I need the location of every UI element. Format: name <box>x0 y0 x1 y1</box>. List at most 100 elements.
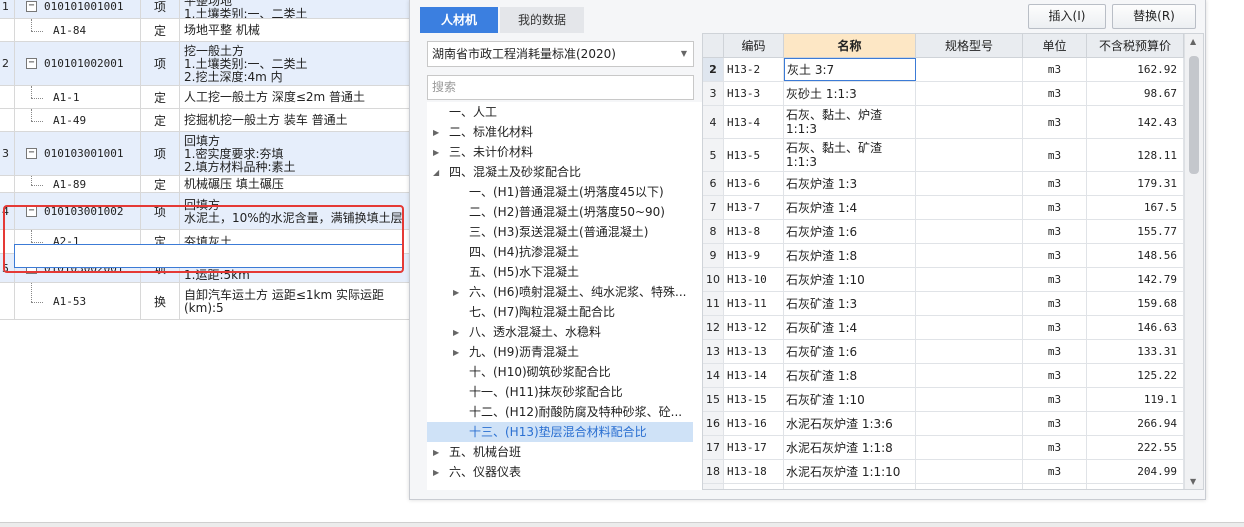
code-cell[interactable]: −010101002001 <box>15 42 141 85</box>
tree-item[interactable]: 十一、(H11)抹灰砂浆配合比 <box>427 382 623 402</box>
name-cell[interactable]: 水泥石灰炉渣 1:3:6 <box>784 412 916 435</box>
header-spec[interactable]: 规格型号 <box>916 34 1023 58</box>
name-cell[interactable]: 自卸汽车运土方 运距≤1km 实际运距 (km):5 <box>180 283 412 319</box>
caret-right-icon[interactable]: ▶ <box>433 143 439 163</box>
tab-materials[interactable]: 人材机 <box>420 7 498 33</box>
header-row-number[interactable] <box>703 34 724 58</box>
tree-item[interactable]: ▶ 五、机械台班 <box>427 442 521 462</box>
name-cell[interactable]: 水泥石灰炉渣 1:1:10 <box>784 460 916 483</box>
insert-button[interactable]: 插入(I) <box>1028 4 1106 29</box>
quota-row[interactable]: A1-53 换 自卸汽车运土方 运距≤1km 实际运距 (km):5 <box>0 283 412 320</box>
table-row[interactable]: 8 H13-8 石灰炉渣 1:6 m3 155.77 <box>703 220 1184 244</box>
name-cell[interactable]: 回填方 1.密实度要求:夯填 2.填方材料品种:素土 <box>180 132 412 175</box>
tree-item[interactable]: 一、人工 <box>427 102 497 122</box>
code-cell[interactable]: −010103001001 <box>15 132 141 175</box>
name-cell[interactable]: 石灰矿渣 1:8 <box>784 364 916 387</box>
caret-right-icon[interactable]: ▶ <box>433 123 439 143</box>
name-cell[interactable]: 挖掘机挖一般土方 装车 普通土 <box>180 109 412 131</box>
tree-item[interactable]: 十三、(H13)垫层混合材料配合比 <box>427 422 693 442</box>
name-cell[interactable]: 石灰炉渣 1:10 <box>784 268 916 291</box>
tree-item[interactable]: 二、(H2)普通混凝土(坍落度50~90) <box>427 202 665 222</box>
header-price[interactable]: 不含税预算价 <box>1087 34 1184 58</box>
name-cell[interactable]: 石灰炉渣 1:8 <box>784 244 916 267</box>
table-row[interactable]: 12 H13-12 石灰矿渣 1:4 m3 146.63 <box>703 316 1184 340</box>
table-row[interactable]: 6 H13-6 石灰炉渣 1:3 m3 179.31 <box>703 172 1184 196</box>
caret-right-icon[interactable]: ▶ <box>433 443 439 463</box>
collapse-icon[interactable]: − <box>26 58 37 69</box>
quota-row[interactable]: A1-89 定 机械碾压 填土碾压 <box>0 176 412 193</box>
caret-right-icon[interactable]: ▶ <box>453 323 459 343</box>
tree-item[interactable]: 一、(H1)普通混凝土(坍落度45以下) <box>427 182 664 202</box>
caret-right-icon[interactable]: ▶ <box>453 283 459 303</box>
table-row[interactable]: 7 H13-7 石灰炉渣 1:4 m3 167.5 <box>703 196 1184 220</box>
tree-item[interactable]: 五、(H5)水下混凝土 <box>427 262 579 282</box>
library-select[interactable]: 湖南省市政工程消耗量标准(2020) ▼ <box>427 41 694 67</box>
bill-item-row[interactable]: 2 −010101002001 项 挖一般土方 1.土壤类别:一、二类土 2.挖土深度:4… <box>0 42 412 86</box>
tree-item[interactable]: ▶ 二、标准化材料 <box>427 122 533 142</box>
header-name[interactable]: 名称 <box>784 34 916 58</box>
table-row[interactable]: 9 H13-9 石灰炉渣 1:8 m3 148.56 <box>703 244 1184 268</box>
table-row[interactable]: 3 H13-3 灰砂土 1:1:3 m3 98.67 <box>703 82 1184 106</box>
tree-item[interactable]: ▶ 六、(H6)喷射混凝土、纯水泥浆、特殊... <box>427 282 686 302</box>
name-cell[interactable]: 石灰、黏土、矿渣 1:1:3 <box>784 139 916 171</box>
tree-item[interactable]: ▶ 六、仪器仪表 <box>427 462 521 482</box>
table-row[interactable]: 14 H13-14 石灰矿渣 1:8 m3 125.22 <box>703 364 1184 388</box>
caret-right-icon[interactable]: ▶ <box>453 343 459 363</box>
table-row[interactable]: 4 H13-4 石灰、黏土、炉渣 1:1:3 m3 142.43 <box>703 106 1184 139</box>
caret-right-icon[interactable]: ▶ <box>433 463 439 483</box>
search-input[interactable]: 搜索 <box>427 75 694 100</box>
code-cell[interactable]: A1-53 <box>15 283 141 319</box>
collapse-icon[interactable]: − <box>26 148 37 159</box>
table-row[interactable]: 5 H13-5 石灰、黏土、矿渣 1:1:3 m3 128.11 <box>703 139 1184 172</box>
name-cell[interactable]: 石灰炉渣 1:3 <box>784 172 916 195</box>
name-cell[interactable]: 挖一般土方 1.土壤类别:一、二类土 2.挖土深度:4m 内 <box>180 42 412 85</box>
table-scrollbar[interactable]: ▲ ▼ <box>1184 34 1203 489</box>
quota-row[interactable]: A1-84 定 场地平整 机械 <box>0 19 412 42</box>
code-cell[interactable]: A1-1 <box>15 86 141 108</box>
tree-item[interactable]: 七、(H7)陶粒混凝土配合比 <box>427 302 615 322</box>
name-cell[interactable]: 石灰炉渣 1:6 <box>784 220 916 243</box>
replace-button[interactable]: 替换(R) <box>1112 4 1196 29</box>
name-cell[interactable]: 灰砂土 1:1:3 <box>784 82 916 105</box>
bill-item-row[interactable]: 3 −010103001001 项 回填方 1.密实度要求:夯填 2.填方材料品种:素土 <box>0 132 412 176</box>
tree-item[interactable]: ◢ 四、混凝土及砂浆配合比 <box>427 162 581 182</box>
table-row[interactable]: 15 H13-15 石灰矿渣 1:10 m3 119.1 <box>703 388 1184 412</box>
code-cell[interactable]: A1-84 <box>15 19 141 41</box>
table-row[interactable]: 13 H13-13 石灰矿渣 1:6 m3 133.31 <box>703 340 1184 364</box>
header-unit[interactable]: 单位 <box>1023 34 1087 58</box>
code-cell[interactable]: −010101001001 <box>15 0 141 18</box>
code-cell[interactable]: A1-89 <box>15 176 141 192</box>
table-row[interactable]: 16 H13-16 水泥石灰炉渣 1:3:6 m3 266.94 <box>703 412 1184 436</box>
name-cell[interactable]: 石灰矿渣 1:10 <box>784 388 916 411</box>
scroll-up-icon[interactable]: ▲ <box>1190 37 1196 46</box>
table-row[interactable]: 2 H13-2 灰土 3:7 m3 162.92 <box>703 58 1184 82</box>
scroll-down-icon[interactable]: ▼ <box>1190 477 1196 486</box>
name-cell[interactable]: 石灰矿渣 1:3 <box>784 292 916 315</box>
name-cell[interactable]: 石灰矿渣 1:4 <box>784 316 916 339</box>
tree-item[interactable]: ▶ 九、(H9)沥青混凝土 <box>427 342 579 362</box>
name-cell[interactable]: 机械碾压 填土碾压 <box>180 176 412 192</box>
table-row[interactable]: 18 H13-18 水泥石灰炉渣 1:1:10 m3 204.99 <box>703 460 1184 484</box>
name-cell[interactable]: 平整场地 1.土壤类别:一、二类土 <box>180 0 412 18</box>
name-cell[interactable]: 水泥石灰炉渣 1:1:12 <box>784 484 916 489</box>
table-row[interactable]: 19 H13-19 水泥石灰炉渣 1:1:12 m3 194.68 <box>703 484 1184 489</box>
tree-item[interactable]: 十、(H10)砌筑砂浆配合比 <box>427 362 611 382</box>
name-cell[interactable]: 石灰炉渣 1:4 <box>784 196 916 219</box>
quota-row[interactable]: A1-49 定 挖掘机挖一般土方 装车 普通土 <box>0 109 412 132</box>
caret-down-icon[interactable]: ◢ <box>433 163 439 183</box>
table-row[interactable]: 10 H13-10 石灰炉渣 1:10 m3 142.79 <box>703 268 1184 292</box>
tree-item[interactable]: 三、(H3)泵送混凝土(普通混凝土) <box>427 222 648 242</box>
tree-item[interactable]: 四、(H4)抗渗混凝土 <box>427 242 579 262</box>
table-row[interactable]: 11 H13-11 石灰矿渣 1:3 m3 159.68 <box>703 292 1184 316</box>
header-code[interactable]: 编码 <box>724 34 784 58</box>
name-cell[interactable]: 石灰、黏土、炉渣 1:1:3 <box>784 106 916 138</box>
name-cell[interactable]: 人工挖一般土方 深度≤2m 普通土 <box>180 86 412 108</box>
name-cell[interactable]: 灰土 3:7 <box>784 58 916 81</box>
bill-item-row[interactable]: 1 −010101001001 项 平整场地 1.土壤类别:一、二类土 <box>0 0 412 19</box>
collapse-icon[interactable]: − <box>26 1 37 12</box>
tree-item[interactable]: 十二、(H12)耐酸防腐及特种砂浆、砼... <box>427 402 682 422</box>
name-cell[interactable]: 场地平整 机械 <box>180 19 412 41</box>
name-cell[interactable]: 水泥石灰炉渣 1:1:8 <box>784 436 916 459</box>
code-cell[interactable]: A1-49 <box>15 109 141 131</box>
tree-item[interactable]: ▶ 八、透水混凝土、水稳料 <box>427 322 601 342</box>
